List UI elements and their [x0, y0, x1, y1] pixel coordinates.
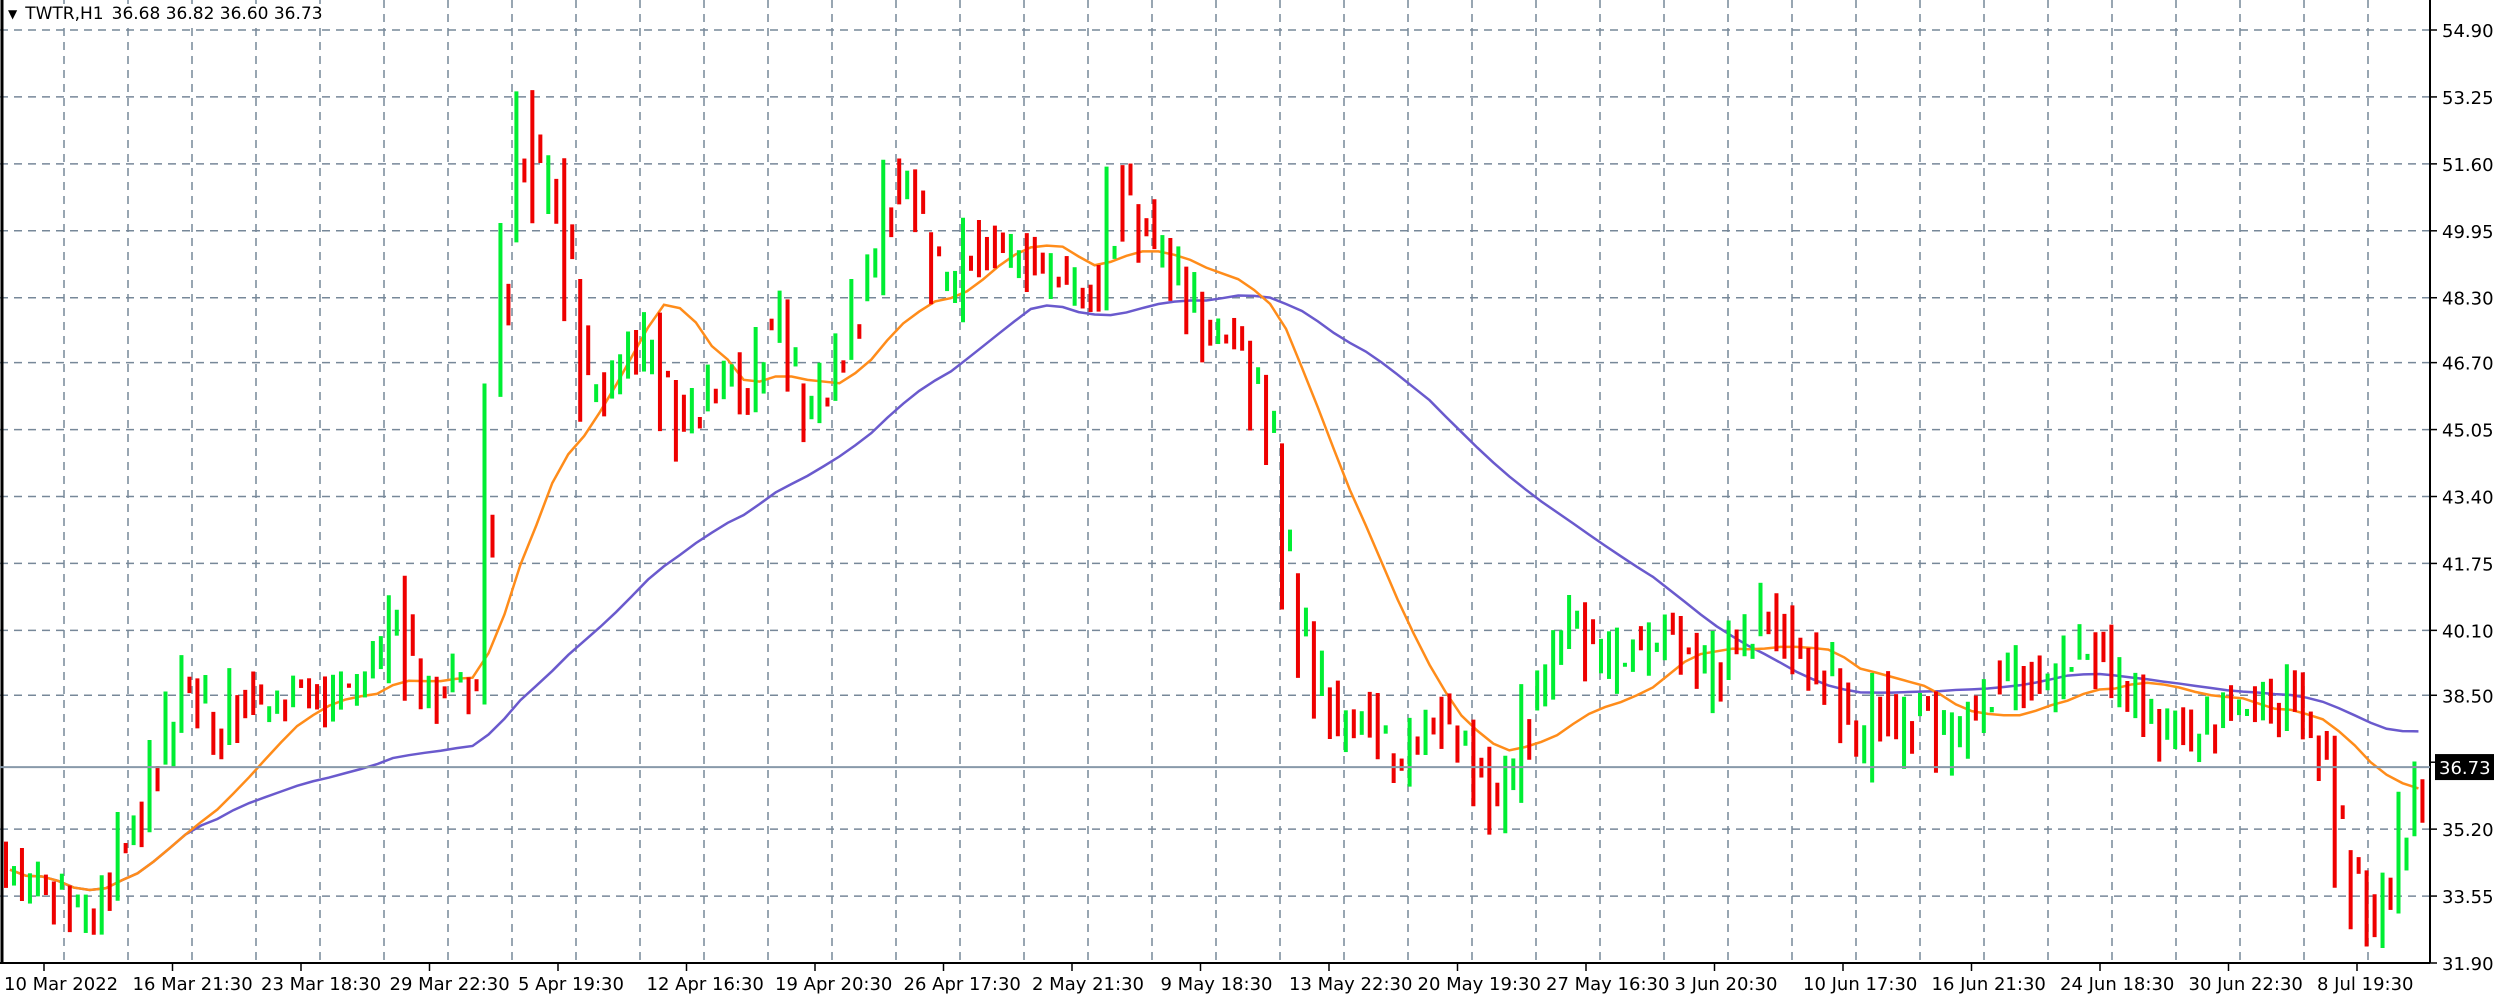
y-tick-label: 38.50 [2442, 686, 2494, 707]
y-tick-label: 46.70 [2442, 354, 2494, 375]
x-tick-label: 20 May 19:30 [1418, 974, 1541, 995]
y-tick-label: 48.30 [2442, 289, 2494, 310]
x-tick-label: 24 Jun 18:30 [2060, 974, 2174, 995]
x-tick-label: 27 May 16:30 [1546, 974, 1669, 995]
current-price-label: 36.73 [2439, 758, 2491, 779]
x-tick-label: 23 Mar 18:30 [261, 974, 381, 995]
x-tick-label: 13 May 22:30 [1289, 974, 1412, 995]
x-tick-label: 10 Jun 17:30 [1803, 974, 1917, 995]
x-tick-label: 26 Apr 17:30 [904, 974, 1021, 995]
x-tick-label: 10 Mar 2022 [4, 974, 118, 995]
x-tick-label: 9 May 18:30 [1161, 974, 1273, 995]
symbol-label: TWTR,H1 [25, 4, 104, 24]
y-tick-label: 45.05 [2442, 421, 2494, 442]
y-tick-label: 31.90 [2442, 954, 2494, 975]
y-tick-label: 49.95 [2442, 222, 2494, 243]
triangle-down-icon[interactable]: ▼ [8, 7, 17, 21]
y-tick-label: 33.55 [2442, 887, 2494, 908]
x-tick-label: 8 Jul 19:30 [2317, 974, 2414, 995]
price-bars [4, 90, 2425, 949]
ma-slow-line [9, 294, 2419, 892]
moving-averages [9, 244, 2419, 892]
x-tick-label: 3 Jun 20:30 [1675, 974, 1778, 995]
y-tick-label: 41.75 [2442, 554, 2494, 575]
chart-header: ▼ TWTR,H1 36.68 36.82 36.60 36.73 [8, 4, 323, 24]
y-tick-label: 43.40 [2442, 488, 2494, 509]
ohlc-readout: 36.68 36.82 36.60 36.73 [111, 4, 323, 24]
axes: 54.90 53.25 51.60 49.95 48.30 46.70 45.05 43.40… [0, 0, 2494, 995]
ma-fast-line [9, 244, 2419, 892]
x-tick-label: 16 Mar 21:30 [133, 974, 253, 995]
grid [0, 0, 2430, 964]
y-tick-label: 53.25 [2442, 88, 2494, 109]
x-tick-label: 29 Mar 22:30 [390, 974, 510, 995]
price-chart[interactable]: 54.90 53.25 51.60 49.95 48.30 46.70 45.05 43.40… [0, 0, 2494, 996]
x-tick-label: 19 Apr 20:30 [775, 974, 892, 995]
x-tick-label: 16 Jun 21:30 [1932, 974, 2046, 995]
x-tick-label: 5 Apr 19:30 [518, 974, 624, 995]
y-tick-label: 35.20 [2442, 820, 2494, 841]
x-tick-label: 12 Apr 16:30 [647, 974, 764, 995]
x-tick-label: 30 Jun 22:30 [2189, 974, 2303, 995]
y-tick-label: 51.60 [2442, 155, 2494, 176]
x-tick-label: 2 May 21:30 [1032, 974, 1144, 995]
y-tick-label: 40.10 [2442, 621, 2494, 642]
y-tick-label: 54.90 [2442, 21, 2494, 42]
